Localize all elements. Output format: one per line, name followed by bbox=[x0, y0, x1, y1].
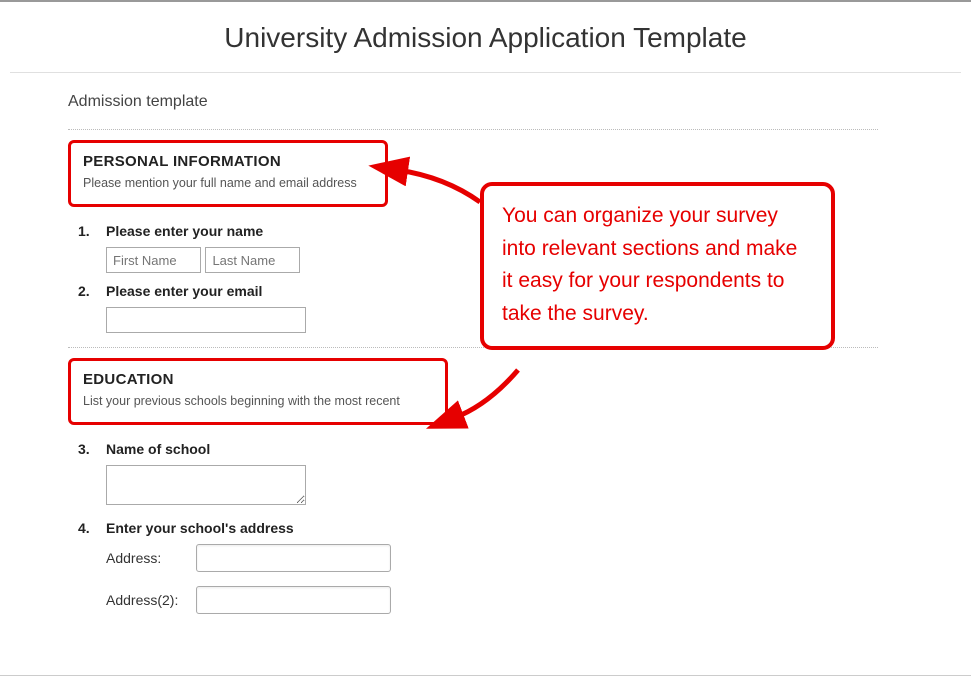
question-label: Name of school bbox=[106, 441, 890, 457]
question-number: 1. bbox=[78, 223, 106, 239]
question-3: 3. Name of school bbox=[78, 441, 890, 510]
form-subtitle: Admission template bbox=[68, 93, 890, 111]
address-label-1: Address: bbox=[106, 550, 196, 566]
section-desc-education: List your previous schools beginning wit… bbox=[83, 394, 433, 408]
address-label-2: Address(2): bbox=[106, 592, 196, 608]
section-personal-info-box: PERSONAL INFORMATION Please mention your… bbox=[68, 140, 388, 207]
school-name-input[interactable] bbox=[106, 465, 306, 505]
title-divider bbox=[10, 72, 961, 73]
question-number: 2. bbox=[78, 283, 106, 299]
question-label: Enter your school's address bbox=[106, 520, 890, 536]
annotation-callout: You can organize your survey into releva… bbox=[480, 182, 835, 350]
section-desc-personal: Please mention your full name and email … bbox=[83, 176, 373, 190]
annotation-arrow-2 bbox=[448, 370, 528, 435]
address-input-1[interactable] bbox=[196, 544, 391, 572]
question-4: 4. Enter your school's address Address: … bbox=[78, 520, 890, 628]
email-input[interactable] bbox=[106, 307, 306, 333]
first-name-input[interactable] bbox=[106, 247, 201, 273]
page-title: University Admission Application Templat… bbox=[0, 2, 971, 72]
question-number: 3. bbox=[78, 441, 106, 457]
last-name-input[interactable] bbox=[205, 247, 300, 273]
section-education-box: EDUCATION List your previous schools beg… bbox=[68, 358, 448, 425]
section-heading-personal: PERSONAL INFORMATION bbox=[83, 153, 373, 170]
section-heading-education: EDUCATION bbox=[83, 371, 433, 388]
question-number: 4. bbox=[78, 520, 106, 536]
dotted-separator-1 bbox=[68, 129, 878, 130]
address-input-2[interactable] bbox=[196, 586, 391, 614]
annotation-arrow-1 bbox=[390, 162, 490, 227]
